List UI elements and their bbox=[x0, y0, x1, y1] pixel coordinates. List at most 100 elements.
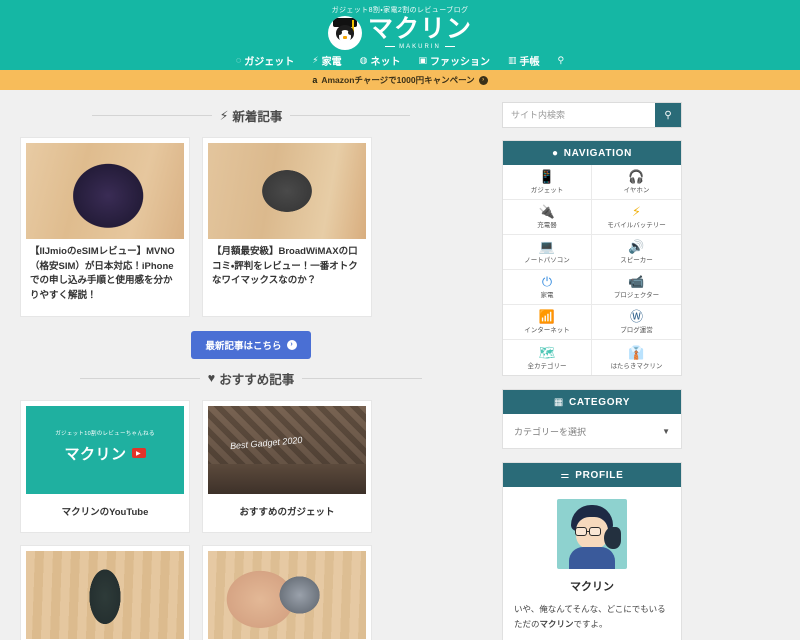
recommended-articles-grid: ガジェット10割のレビューちゃんねる マクリン ▶ マクリンのYouTube B… bbox=[20, 399, 482, 640]
book-icon: ▦ bbox=[553, 396, 564, 408]
battery-bolt-icon: ⚡ bbox=[631, 204, 642, 219]
sidebar-search[interactable]: ⚲ bbox=[502, 102, 682, 128]
power-icon: ⏻ bbox=[541, 274, 553, 289]
nav-tile-earphone[interactable]: 🎧 イヤホン bbox=[592, 165, 681, 200]
profile-description-bold: マクリン bbox=[539, 619, 574, 630]
recommended-articles-heading: ♥ おすすめ記事 bbox=[20, 369, 482, 388]
logo-subtitle: MAKURIN bbox=[385, 44, 455, 50]
chevron-down-icon: ▼ bbox=[662, 426, 670, 436]
category-select[interactable]: カテゴリーを選択 ▼ bbox=[503, 414, 681, 448]
article-thumbnail bbox=[26, 143, 184, 239]
nav-tile-charger[interactable]: 🔌 充電器 bbox=[503, 200, 592, 235]
nav-tile-speaker[interactable]: 🔊 スピーカー bbox=[592, 235, 681, 270]
nav-tile-internet[interactable]: 📶 インターネット bbox=[503, 305, 592, 340]
profile-name: マクリン bbox=[570, 581, 614, 593]
gadget-icon: ◌ bbox=[235, 55, 242, 65]
recommended-card[interactable]: ガジェット10割のレビューちゃんねる マクリン ▶ マクリンのYouTube bbox=[20, 399, 190, 533]
tie-icon: 👔 bbox=[628, 344, 645, 360]
category-widget-title: CATEGORY bbox=[568, 396, 631, 408]
search-icon: ⚲ bbox=[557, 55, 565, 65]
avatar bbox=[557, 499, 627, 569]
nav-tile-appliance[interactable]: ⏻ 家電 bbox=[503, 270, 592, 305]
main-content: ⚡ 新着記事 【IIJmioのeSIMレビュー】MVNO（格安SIM）が日本対応… bbox=[20, 102, 482, 640]
nav-tile-label: 家電 bbox=[540, 292, 554, 299]
nav-tile-label: 全カテゴリー bbox=[527, 362, 567, 370]
category-select-value: カテゴリーを選択 bbox=[514, 426, 587, 437]
net-icon: ◍ bbox=[359, 55, 368, 65]
nav-tile-gadget[interactable]: 📱 ガジェット bbox=[503, 165, 592, 200]
tie-icon: ⚌ bbox=[560, 469, 571, 481]
new-articles-heading: ⚡ 新着記事 bbox=[20, 106, 482, 125]
map-icon: 🗺 bbox=[538, 344, 556, 360]
navigation-grid: 📱 ガジェット 🎧 イヤホン 🔌 充電器 ⚡ モバイルバッテリー 💻 ノートパソ… bbox=[503, 165, 681, 375]
chevron-right-icon: › bbox=[478, 75, 488, 85]
category-widget: ▦ CATEGORY カテゴリーを選択 ▼ bbox=[502, 389, 682, 449]
nav-item-fashion[interactable]: ▣ ファッション bbox=[418, 53, 490, 69]
nav-tile-label: プロジェクター bbox=[613, 292, 660, 299]
profile-description-part2: ですよ。 bbox=[573, 619, 608, 630]
charger-plug-icon: 🔌 bbox=[538, 204, 556, 219]
nav-tile-projector[interactable]: 📹 プロジェクター bbox=[592, 270, 681, 305]
headphone-icon: 🎧 bbox=[628, 169, 645, 184]
youtube-banner-name: マクリン bbox=[64, 445, 127, 463]
latest-articles-button[interactable]: 最新記事はこちら › bbox=[191, 330, 311, 359]
nav-tile-label: スピーカー bbox=[620, 257, 653, 264]
nav-tile-hataraki-makurin[interactable]: 👔 はたらきマクリン bbox=[592, 340, 681, 375]
latest-articles-button-row: 最新記事はこちら › bbox=[20, 330, 482, 359]
site-header: ガジェット8割・家電2割のレビューブログ マクリン MAKURIN ◌ ガジェッ… bbox=[0, 0, 800, 70]
profile-widget-header: ⚌ PROFILE bbox=[503, 463, 681, 487]
nav-tile-label: ガジェット bbox=[530, 187, 564, 194]
article-title: 【月額最安級】BroadWiMAXの口コミ・評判をレビュー！一番オトクなワイマッ… bbox=[212, 246, 358, 287]
site-logo[interactable]: マクリン MAKURIN bbox=[0, 16, 800, 50]
recommended-card[interactable]: Best Gadget 2020 おすすめのガジェット bbox=[202, 399, 372, 533]
location-pin-icon: ● bbox=[551, 147, 559, 159]
wifi-icon: 📶 bbox=[538, 309, 556, 324]
navigation-widget-title: NAVIGATION bbox=[563, 147, 633, 159]
search-icon: ⚲ bbox=[664, 109, 672, 121]
nav-item-notebook[interactable]: ▥ 手帳 bbox=[507, 53, 540, 69]
nav-tile-laptop[interactable]: 💻 ノートパソコン bbox=[503, 235, 592, 270]
latest-articles-button-label: 最新記事はこちら bbox=[205, 340, 282, 352]
search-submit-button[interactable]: ⚲ bbox=[655, 103, 681, 127]
profile-description: いや、俺なんてそんな、どこにでもいるただのマクリンですよ。 bbox=[514, 602, 670, 633]
nav-item-gadget[interactable]: ◌ ガジェット bbox=[235, 53, 295, 69]
smartphone-icon: 📱 bbox=[538, 169, 556, 184]
speaker-icon: 🔊 bbox=[628, 239, 645, 254]
fashion-icon: ▣ bbox=[418, 55, 427, 65]
nav-item-appliance[interactable]: ⚡ 家電 bbox=[312, 53, 341, 69]
nav-label: ガジェット bbox=[244, 57, 295, 68]
nav-tile-all-categories[interactable]: 🗺 全カテゴリー bbox=[503, 340, 592, 375]
chevron-right-icon: › bbox=[286, 339, 297, 350]
nav-tile-mobile-battery[interactable]: ⚡ モバイルバッテリー bbox=[592, 200, 681, 235]
appliance-icon: ⚡ bbox=[312, 55, 319, 65]
nav-tile-blog[interactable]: Ⓦ ブログ運営 bbox=[592, 305, 681, 340]
nav-tile-label: モバイルバッテリー bbox=[607, 222, 666, 229]
youtube-icon: ▶ bbox=[131, 448, 146, 459]
notebook-icon: ▥ bbox=[507, 55, 517, 65]
article-card[interactable]: 【IIJmioのeSIMレビュー】MVNO（格安SIM）が日本対応！iPhone… bbox=[20, 137, 190, 317]
navigation-widget-header: ● NAVIGATION bbox=[503, 141, 681, 165]
logo-subtitle-text: MAKURIN bbox=[399, 43, 441, 50]
recommended-articles-title: おすすめ記事 bbox=[219, 372, 295, 387]
nav-label: ファッション bbox=[429, 57, 490, 68]
nav-tile-label: ブログ運営 bbox=[620, 327, 653, 334]
header-search-button[interactable]: ⚲ bbox=[557, 56, 564, 65]
page-body: ⚡ 新着記事 【IIJmioのeSIMレビュー】MVNO（格安SIM）が日本対応… bbox=[0, 90, 800, 640]
nav-label: 手帳 bbox=[519, 57, 540, 68]
site-tagline: ガジェット8割・家電2割のレビューブログ bbox=[331, 7, 469, 14]
article-card[interactable]: 【月額最安級】BroadWiMAXの口コミ・評判をレビュー！一番オトクなワイマッ… bbox=[202, 137, 372, 317]
heart-icon: ♥ bbox=[207, 371, 216, 386]
desk-photo-thumbnail: Best Gadget 2020 bbox=[208, 405, 366, 494]
search-input[interactable] bbox=[503, 103, 655, 127]
recommended-card[interactable] bbox=[20, 544, 190, 640]
wordpress-icon: Ⓦ bbox=[629, 309, 643, 324]
recommended-card-title: おすすめのガジェット bbox=[239, 506, 335, 518]
nav-tile-label: ノートパソコン bbox=[524, 257, 570, 264]
nav-item-net[interactable]: ◍ ネット bbox=[359, 53, 401, 69]
iphone-photo-thumbnail bbox=[26, 550, 184, 639]
amazon-campaign-banner[interactable]: a Amazonチャージで1000円キャンペーン › bbox=[0, 70, 800, 90]
category-widget-header: ▦ CATEGORY bbox=[503, 390, 681, 414]
recommended-card[interactable] bbox=[202, 544, 372, 640]
profile-widget-title: PROFILE bbox=[575, 469, 624, 481]
profile-widget: ⚌ PROFILE マクリン いや、俺なんてそんな、どこにでもいるただのマクリン… bbox=[502, 462, 682, 640]
